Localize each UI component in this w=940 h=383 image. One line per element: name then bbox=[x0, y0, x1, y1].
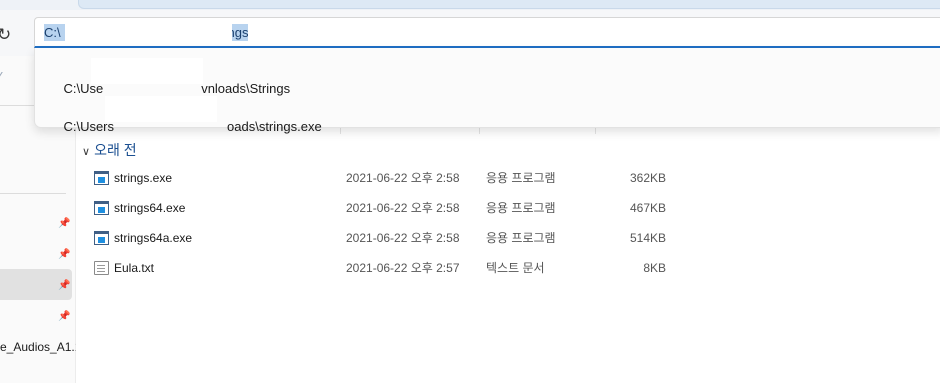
file-size: 514KB bbox=[629, 231, 666, 245]
address-input[interactable]: C:\ ds\Strings bbox=[34, 17, 940, 48]
search-icon: ⁄ bbox=[0, 70, 1, 88]
tab-strip bbox=[0, 0, 940, 10]
file-row[interactable]: strings64a.exe 2021-06-22 오후 2:58 응용 프로그… bbox=[76, 224, 940, 254]
file-type: 텍스트 문서 bbox=[486, 261, 545, 275]
file-name: Eula.txt bbox=[114, 261, 155, 275]
file-row[interactable]: Eula.txt 2021-06-22 오후 2:57 텍스트 문서 8KB bbox=[76, 254, 940, 284]
file-size: 467KB bbox=[629, 201, 666, 215]
file-type: 응용 프로그램 bbox=[486, 171, 556, 185]
file-date: 2021-06-22 오후 2:58 bbox=[346, 231, 460, 245]
pin-icon[interactable]: 📌 bbox=[58, 311, 70, 323]
file-row[interactable]: strings64.exe 2021-06-22 오후 2:58 응용 프로그램… bbox=[76, 194, 940, 224]
address-suggestions: C:\Use vnloads\Strings C:\Users oads\strin… bbox=[34, 48, 940, 134]
file-date: 2021-06-22 오후 2:58 bbox=[346, 171, 460, 185]
text-file-icon bbox=[94, 261, 109, 275]
nav-item-folder[interactable]: e_Audios_A1.1 bbox=[0, 340, 81, 354]
column-divider bbox=[340, 128, 341, 134]
column-divider bbox=[595, 128, 596, 134]
file-name: strings64.exe bbox=[114, 201, 186, 215]
file-name: strings64a.exe bbox=[114, 231, 193, 245]
address-text-start: C:\ bbox=[44, 25, 61, 40]
file-name: strings.exe bbox=[114, 171, 173, 185]
redacted-block bbox=[105, 96, 217, 122]
file-row[interactable]: strings.exe 2021-06-22 오후 2:58 응용 프로그램 3… bbox=[76, 164, 940, 194]
application-icon bbox=[94, 231, 109, 245]
pin-icon[interactable]: 📌 bbox=[58, 218, 70, 230]
file-size: 362KB bbox=[629, 171, 666, 185]
file-type: 응용 프로그램 bbox=[486, 231, 556, 245]
active-tab-edge bbox=[78, 0, 940, 9]
group-header[interactable]: ∨ 오래 전 bbox=[82, 140, 137, 160]
file-size: 8KB bbox=[643, 261, 666, 275]
pin-icon[interactable]: 📌 bbox=[58, 249, 70, 261]
file-date: 2021-06-22 오후 2:58 bbox=[346, 201, 460, 215]
application-icon bbox=[94, 171, 109, 185]
file-date: 2021-06-22 오후 2:57 bbox=[346, 261, 460, 275]
refresh-icon[interactable]: ↻ bbox=[0, 26, 15, 44]
nav-divider bbox=[0, 193, 66, 194]
redacted-block bbox=[65, 23, 232, 43]
column-divider bbox=[479, 128, 480, 134]
file-type: 응용 프로그램 bbox=[486, 201, 556, 215]
chevron-down-icon: ∨ bbox=[82, 146, 91, 158]
application-icon bbox=[94, 201, 109, 215]
pin-icon[interactable]: 📌 bbox=[58, 280, 70, 292]
redacted-block bbox=[91, 58, 203, 84]
